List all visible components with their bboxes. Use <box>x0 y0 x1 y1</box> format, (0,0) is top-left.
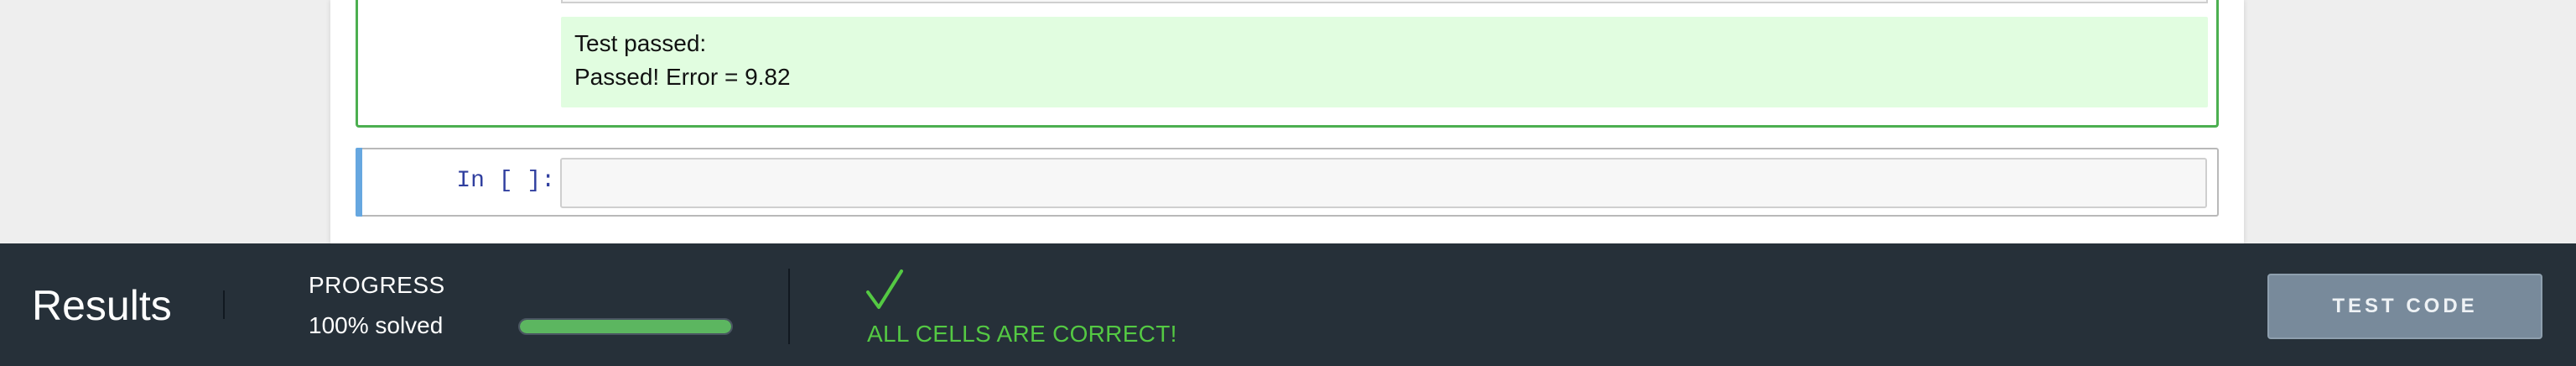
progress-bar-fill <box>520 320 731 333</box>
notebook-page: Test passed: Passed! Error = 9.82 In [ ]… <box>330 0 2244 243</box>
test-code-button[interactable]: TEST CODE <box>2267 274 2542 339</box>
code-input[interactable] <box>560 158 2207 208</box>
results-bar: Results PROGRESS 100% solved ALL CELLS A… <box>0 243 2576 366</box>
completed-code-cell[interactable]: Test passed: Passed! Error = 9.82 <box>356 0 2219 128</box>
results-title: Results <box>32 282 172 329</box>
notebook-area: Test passed: Passed! Error = 9.82 In [ ]… <box>0 0 2576 243</box>
test-result-heading: Test passed: <box>574 30 707 56</box>
empty-code-cell[interactable]: In [ ]: <box>356 148 2219 217</box>
divider <box>223 290 225 319</box>
divider <box>788 269 790 344</box>
test-result-output: Test passed: Passed! Error = 9.82 <box>561 17 2208 107</box>
checkmark-icon <box>865 269 904 311</box>
progress-label: PROGRESS <box>309 272 445 298</box>
progress-bar <box>518 318 733 335</box>
status-text: ALL CELLS ARE CORRECT! <box>867 321 1177 347</box>
progress-text: 100% solved <box>309 312 444 338</box>
cell-input-area[interactable] <box>561 0 2208 3</box>
cell-prompt: In [ ]: <box>456 168 555 194</box>
test-result-detail: Passed! Error = 9.82 <box>574 64 791 90</box>
selected-cell-indicator <box>356 148 362 217</box>
